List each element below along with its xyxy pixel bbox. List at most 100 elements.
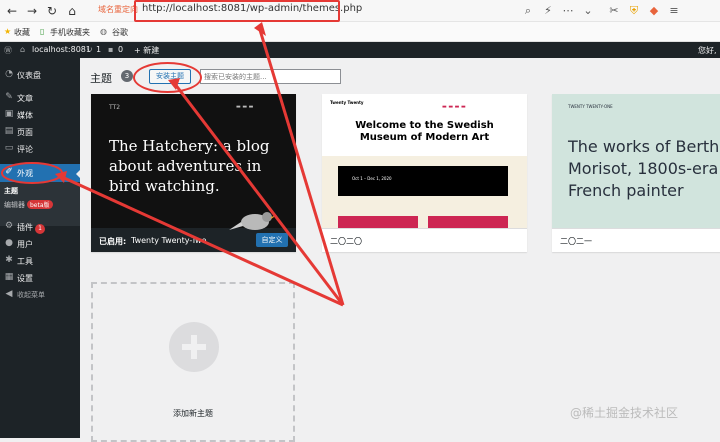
beta-badge: beta版 [27,200,53,209]
zoom-icon[interactable]: ⌕ [520,3,536,19]
watermark: @稀土掘金技术社区 [570,406,679,420]
star-icon: ★ [4,27,12,36]
media-icon: ▣ [4,109,14,119]
theme-screenshot[interactable]: Twenty Twenty ▬ ▬ ▬ ▬ Welcome to the Swe… [322,94,527,228]
preview-heading: Welcome to the Swedish Museum of Modern … [355,120,494,143]
preview-logo: Twenty Twenty [330,100,364,105]
sidebar-item-label: 工具 [17,257,33,266]
active-label: 已启用: [99,237,127,246]
sidebar-item-dashboard[interactable]: ◔ 仪表盘 [0,66,80,84]
page-icon: ▤ [4,126,14,136]
bird-illustration-icon [229,212,277,230]
shield-icon[interactable]: ⛨ [626,3,642,19]
theme-count-badge: 3 [121,70,133,82]
home-icon[interactable]: ⌂ [64,3,80,19]
sidebar-item-pages[interactable]: ▤ 页面 [0,123,80,141]
theme-card-twenty-twenty-one[interactable]: TWENTY TWENTY-ONE The works of Berthe Mo… [552,94,720,252]
add-new-theme-card[interactable]: 添加新主题 [91,282,295,442]
collapse-icon: ◀ [5,289,13,299]
sidebar-item-label: 收起菜单 [17,291,45,299]
sidebar-item-posts[interactable]: ✎ 文章 [0,89,80,107]
sidebar-item-collapse[interactable]: ◀ 收起菜单 [0,286,80,304]
wrench-icon: ✱ [5,255,13,265]
sidebar-item-label: 文章 [17,94,33,103]
bookmark-mobile[interactable]: 手机收藏夹 [50,27,90,38]
preview-dark-band: Oct 1 – Dec 1, 2020 [338,166,508,196]
comment-icon: ▪ [108,45,114,54]
admin-bar-updates[interactable]: 1 [96,45,101,54]
theme-name: 二〇二〇 [330,237,362,246]
pin-icon: ✎ [5,92,13,102]
sidebar-item-comments[interactable]: ▭ 评论 [0,140,80,158]
settings-icon: ▦ [4,272,14,282]
preview-heading: The works of Berthe Morisot, 1800s-era F… [568,137,720,200]
preview-date: Oct 1 – Dec 1, 2020 [352,176,392,181]
theme-screenshot[interactable]: TWENTY TWENTY-ONE The works of Berthe Mo… [552,94,720,228]
sidebar-item-tools[interactable]: ✱ 工具 [0,252,80,270]
sidebar-item-label: 外观 [17,169,33,178]
theme-footer: 二〇二〇 [322,228,527,252]
preview-red-block [338,216,418,228]
preview-header: Twenty Twenty ▬ ▬ ▬ ▬ Welcome to the Swe… [322,94,527,156]
install-button-highlight-annotation [133,62,202,93]
submenu-editor[interactable]: 编辑器 beta版 [4,200,53,210]
preview-logo: TWENTY TWENTY-ONE [568,104,613,109]
preview-logo: TT2 [109,104,121,111]
dashboard-icon: ◔ [5,69,13,79]
sidebar-item-media[interactable]: ▣ 媒体 [0,106,80,124]
current-menu-pointer [76,169,81,179]
admin-bar-site[interactable]: localhost:8081 [32,45,91,54]
bookmark-google[interactable]: 谷歌 [112,27,128,38]
chevron-down-icon[interactable]: ⌄ [580,3,596,19]
plugins-count-badge: 1 [35,224,45,234]
phone-icon: ▯ [40,27,45,36]
wordpress-logo-icon[interactable]: Ⓦ [4,45,12,56]
brush-icon: ✐ [5,167,13,177]
preview-red-block [428,216,508,228]
extension-icon[interactable]: ◆ [646,3,662,19]
menu-icon[interactable]: ≡ [666,3,682,19]
search-themes-input[interactable] [200,69,341,84]
sidebar-item-appearance[interactable]: ✐ 外观 [0,164,81,182]
sidebar-item-label: 用户 [17,240,33,249]
preview-nav: ▬ ▬ ▬ [236,104,254,110]
bookmark-favorites[interactable]: 收藏 [14,27,30,38]
browser-toolbar: ← → ↻ ⌂ 域名重定向 http://localhost:8081/wp-a… [0,0,720,22]
theme-name: Twenty Twenty-Two [131,236,207,245]
globe-icon: ◍ [100,27,107,36]
bookmarks-bar: ★ 收藏 ▯ 手机收藏夹 ◍ 谷歌 [0,22,720,42]
sidebar-item-label: 设置 [17,274,33,283]
sidebar-item-settings[interactable]: ▦ 设置 [0,269,80,287]
sidebar-item-label: 评论 [17,145,33,154]
wp-admin-bar: Ⓦ ⌂ localhost:8081 ↻ 1 ▪ 0 + 新建 您好, [0,42,720,58]
admin-bar-new[interactable]: + 新建 [134,45,159,56]
home-icon: ⌂ [20,45,26,54]
sidebar-item-label: 页面 [17,128,33,137]
submenu-themes[interactable]: 主题 [4,186,18,196]
theme-card-twenty-twenty[interactable]: Twenty Twenty ▬ ▬ ▬ ▬ Welcome to the Swe… [322,94,527,252]
add-new-theme-label: 添加新主题 [173,409,213,418]
address-warning: 域名重定向 [98,5,138,14]
plugin-icon: ⚙ [4,221,14,231]
admin-bar-comments[interactable]: 0 [118,45,123,54]
sidebar-item-label: 仪表盘 [17,71,41,80]
sidebar-item-plugins[interactable]: ⚙ 插件 1 [0,218,80,236]
submenu-editor-label: 编辑器 [4,201,25,209]
user-icon: ● [5,238,13,248]
scissors-icon[interactable]: ✂ [606,3,622,19]
plus-icon [169,322,219,372]
more-icon[interactable]: ⋯ [560,3,576,19]
theme-name: 二〇二一 [560,237,592,246]
updates-icon: ↻ [86,45,93,54]
lightning-icon[interactable]: ⚡ [540,3,556,19]
forward-icon[interactable]: → [24,3,40,19]
page-title: 主题 [90,72,112,85]
admin-sidebar: ◔ 仪表盘 ✎ 文章 ▣ 媒体 ▤ 页面 ▭ 评论 ✐ 外观 主题 编辑器 bet… [0,58,81,438]
back-icon[interactable]: ← [4,3,20,19]
plugins-label: 插件 [17,223,33,232]
sidebar-item-users[interactable]: ● 用户 [0,235,80,253]
theme-footer: 二〇二一 [552,228,720,252]
reload-icon[interactable]: ↻ [44,3,60,19]
preview-nav: ▬ ▬ ▬ ▬ [442,104,466,110]
admin-bar-greeting[interactable]: 您好, [698,45,717,56]
